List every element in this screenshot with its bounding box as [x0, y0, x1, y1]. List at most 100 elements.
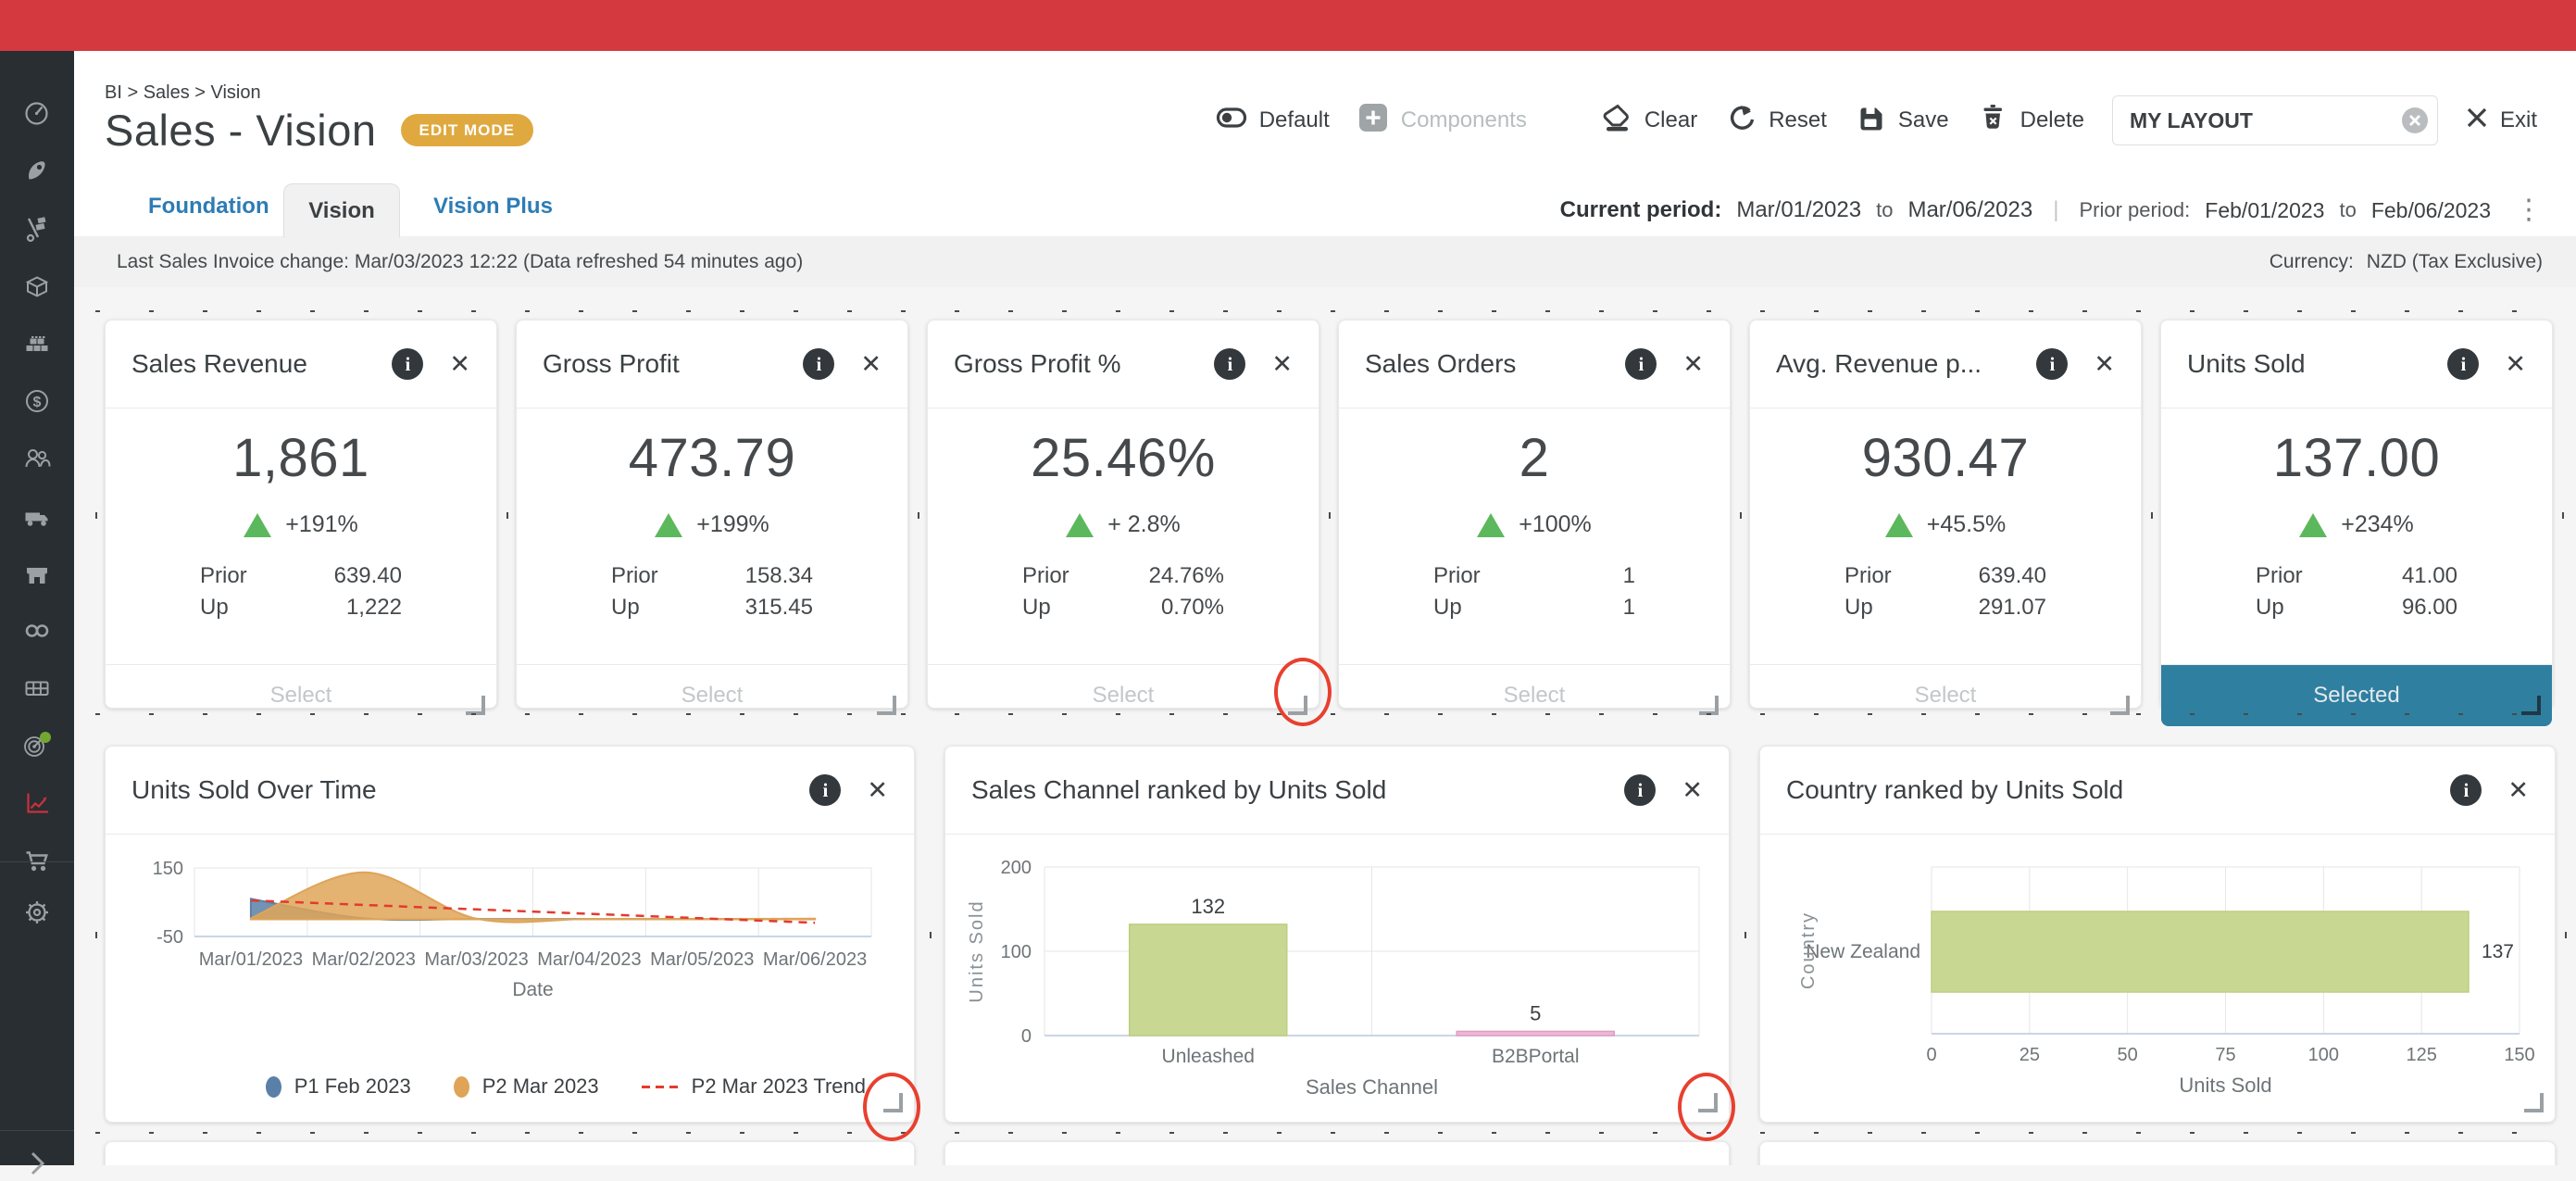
info-icon[interactable]: i [2036, 348, 2068, 380]
info-icon[interactable]: i [392, 348, 423, 380]
toggle-default-icon [1216, 102, 1247, 140]
kpi-up-value: 291.07 [1979, 592, 2046, 623]
grid-dash-tick [2565, 932, 2567, 938]
info-icon[interactable]: i [1214, 348, 1245, 380]
layout-name-input[interactable] [2112, 95, 2438, 145]
table-grid-icon[interactable] [0, 670, 74, 707]
select-button[interactable]: Select [106, 665, 496, 726]
bricks-assembly-icon[interactable] [0, 325, 74, 362]
kpi-avg-revenue-p-header: Avg. Revenue p...i✕ [1750, 320, 2141, 408]
info-icon[interactable]: i [809, 774, 841, 806]
links-integration-icon[interactable] [0, 612, 74, 649]
close-icon[interactable]: ✕ [860, 350, 882, 379]
period-bar: Current period: Mar/01/2023 to Mar/06/20… [1560, 197, 2543, 223]
kebab-menu-icon[interactable]: ⋮ [2515, 201, 2543, 220]
svg-text:0: 0 [1926, 1045, 1936, 1065]
dollar-sales-icon[interactable]: $ [0, 383, 74, 420]
resize-handle[interactable] [2521, 696, 2541, 715]
bi-chart-icon-active[interactable] [0, 785, 74, 822]
exit-button[interactable]: Exit [2466, 107, 2537, 135]
resize-handle[interactable] [2110, 696, 2130, 715]
kpi-gross-profit-header: Gross Profit %i✕ [928, 320, 1319, 408]
package-box-icon[interactable] [0, 268, 74, 305]
select-button[interactable]: Select [517, 665, 907, 726]
resize-handle[interactable] [2524, 1093, 2544, 1112]
legend-item[interactable]: P1 Feb 2023 [266, 1074, 411, 1099]
currency-value: NZD (Tax Exclusive) [2367, 251, 2543, 272]
close-icon[interactable]: ✕ [867, 776, 888, 805]
info-icon[interactable]: i [1625, 348, 1657, 380]
resize-handle[interactable] [466, 696, 485, 715]
dashboard-gauge-icon[interactable] [0, 95, 74, 132]
customers-people-icon[interactable] [0, 440, 74, 477]
close-icon[interactable]: ✕ [449, 350, 470, 379]
target-goal-icon[interactable] [0, 727, 74, 764]
shopping-cart-icon[interactable] [0, 842, 74, 879]
close-icon[interactable]: ✕ [2505, 350, 2526, 379]
kpi-prior-label: Prior [1433, 560, 1481, 592]
save-button[interactable]: Save [1855, 102, 1949, 140]
clear-input-icon[interactable] [2401, 107, 2429, 134]
resize-handle[interactable] [1699, 696, 1719, 715]
svg-text:5: 5 [1530, 1001, 1541, 1024]
trend-up-triangle-icon [1477, 513, 1505, 537]
selected-button[interactable]: Selected [2161, 665, 2552, 726]
trend-up-triangle-icon [1066, 513, 1094, 537]
info-icon[interactable]: i [2447, 348, 2479, 380]
collapse-chevron-icon[interactable] [0, 1144, 74, 1181]
prior-period-to[interactable]: Feb/06/2023 [2371, 198, 2491, 223]
components-button[interactable]: Components [1357, 102, 1527, 140]
close-icon[interactable]: ✕ [1271, 350, 1293, 379]
info-icon[interactable]: i [803, 348, 834, 380]
prior-period-from[interactable]: Feb/01/2023 [2205, 198, 2324, 223]
kpi-value: 930.47 [1750, 427, 2141, 489]
resize-handle[interactable] [877, 696, 896, 715]
sidebar-divider [0, 861, 74, 862]
reset-button[interactable]: Reset [1725, 102, 1827, 140]
close-icon[interactable]: ✕ [2507, 776, 2529, 805]
select-button[interactable]: Select [1339, 665, 1730, 726]
kpi-up-value: 96.00 [2402, 592, 2457, 623]
legend-item[interactable]: P2 Mar 2023 Trend [642, 1074, 866, 1099]
resize-handle[interactable] [1698, 1093, 1718, 1112]
info-icon[interactable]: i [1624, 774, 1656, 806]
current-period-to[interactable]: Mar/06/2023 [1907, 197, 2032, 223]
next-row-card-partial [105, 1141, 915, 1165]
current-period-from[interactable]: Mar/01/2023 [1736, 197, 1861, 223]
resize-handle[interactable] [1288, 696, 1307, 715]
tab-vision-plus[interactable]: Vision Plus [433, 194, 553, 220]
grid-dashed-line [95, 1132, 2556, 1134]
kpi-prior-value: 41.00 [2402, 560, 2457, 592]
legend-item[interactable]: P2 Mar 2023 [454, 1074, 599, 1099]
currency-info: Currency:NZD (Tax Exclusive) [2270, 251, 2543, 273]
page-header: BI > Sales > Vision Sales - Vision EDIT … [74, 51, 2576, 237]
close-icon[interactable]: ✕ [1682, 776, 1703, 805]
kpi-card-gross-profit: Gross Profiti✕473.79+199%Prior158.34Up31… [516, 320, 908, 709]
left-nav-sidebar: $ [0, 51, 74, 1165]
truck-shipping-icon[interactable] [0, 497, 74, 534]
top-red-bar [0, 0, 2576, 51]
chart-card-units-sold-over-time: Units Sold Over Timei✕150-50Mar/01/2023M… [105, 746, 915, 1123]
kpi-up-value: 1 [1623, 592, 1635, 623]
svg-text:75: 75 [2215, 1045, 2235, 1065]
resize-handle[interactable] [883, 1093, 903, 1112]
info-icon[interactable]: i [2450, 774, 2482, 806]
handtruck-icon[interactable] [0, 210, 74, 247]
close-icon[interactable]: ✕ [1682, 350, 1704, 379]
page-title: Sales - Vision [105, 105, 377, 156]
breadcrumb[interactable]: BI > Sales > Vision [105, 82, 261, 104]
clear-button[interactable]: Clear [1599, 102, 1697, 140]
settings-gear-icon[interactable] [0, 894, 74, 931]
select-button[interactable]: Select [928, 665, 1319, 726]
close-icon[interactable]: ✕ [2094, 350, 2115, 379]
select-button[interactable]: Select [1750, 665, 2141, 726]
svg-text:100: 100 [2308, 1045, 2339, 1065]
rocket-icon[interactable] [0, 153, 74, 190]
tab-vision-active[interactable]: Vision [283, 183, 400, 237]
kpi-sales-orders-title: Sales Orders [1365, 349, 1612, 379]
delete-button[interactable]: Delete [1977, 101, 2084, 141]
tab-foundation[interactable]: Foundation [148, 194, 269, 220]
store-icon[interactable] [0, 555, 74, 592]
default-button[interactable]: Default [1216, 102, 1330, 140]
chart-sales-channel-ranked-by-units-sold-header: Sales Channel ranked by Units Soldi✕ [945, 747, 1729, 835]
